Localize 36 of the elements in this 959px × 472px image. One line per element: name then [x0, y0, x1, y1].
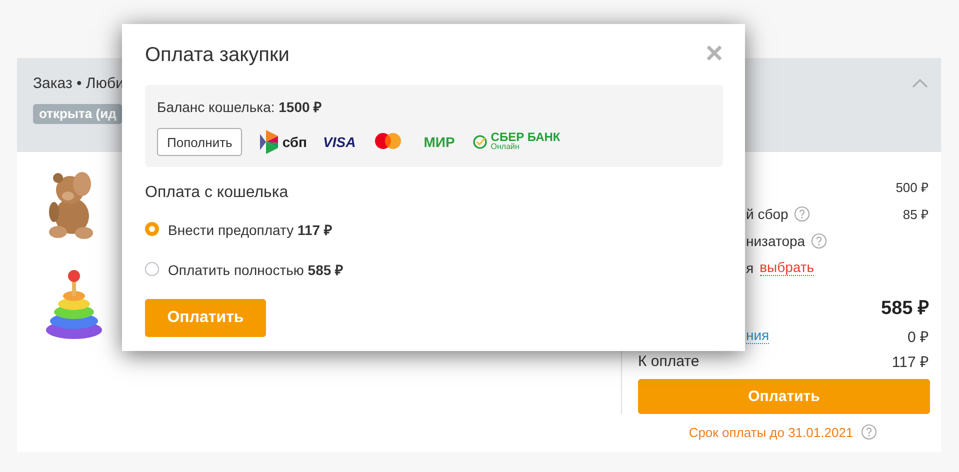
wallet-balance: Баланс кошелька: 1500 ₽: [157, 98, 323, 117]
check-circle-icon: [472, 135, 487, 149]
dialog-title: Оплата закупки: [145, 44, 290, 66]
summary-value: 585 ₽: [881, 297, 929, 320]
help-icon[interactable]: [794, 206, 810, 222]
summary-label: низатора: [746, 232, 806, 248]
help-icon[interactable]: [861, 424, 878, 440]
two-circles-logo-icon: [374, 132, 402, 152]
logo-text: СБЕР БАНК: [490, 132, 560, 142]
help-icon[interactable]: [811, 232, 828, 248]
summary-value: 500 ₽: [896, 178, 929, 196]
summary-label: К оплате: [638, 352, 700, 370]
option-label[interactable]: Оплатить полностью 585 ₽: [168, 260, 344, 278]
option-label[interactable]: Внести предоплату 117 ₽: [168, 220, 332, 238]
summary-label: й сбор: [746, 206, 788, 222]
logo-subtext: Онлайн: [490, 142, 520, 152]
pay-button[interactable]: Оплатить: [638, 379, 930, 414]
logo-text: VISA: [323, 134, 356, 150]
summary-label: я: [746, 260, 754, 276]
triangle-logo-icon: [260, 130, 278, 154]
link[interactable]: выбрать: [760, 260, 814, 276]
top-up-button[interactable]: Пополнить: [157, 128, 242, 156]
payment-deadline: Срок оплаты до 31.01.2021: [688, 424, 854, 440]
logo-text: сбп: [282, 134, 308, 150]
summary-value: 117 ₽: [892, 353, 929, 371]
radio-button[interactable]: [145, 222, 159, 236]
close-button[interactable]: ×: [705, 39, 723, 69]
status-badge: открыта (ид: [33, 104, 122, 124]
chevron-up-icon[interactable]: [912, 78, 928, 88]
radio-button[interactable]: [145, 262, 159, 276]
link[interactable]: ния: [746, 328, 770, 344]
summary-value: 0 ₽: [907, 328, 929, 346]
summary-value: 85 ₽: [902, 206, 929, 222]
pay-button[interactable]: Оплатить: [145, 299, 266, 337]
logo-text: МИР: [424, 134, 455, 150]
section-title: Оплата с кошелька: [145, 183, 290, 203]
